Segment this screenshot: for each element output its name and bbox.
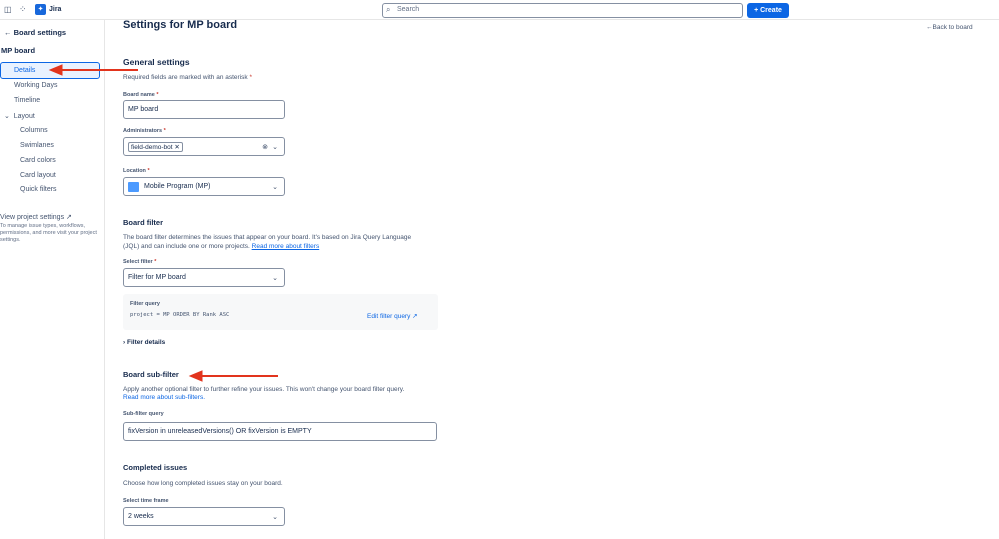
annotation-arrows (48, 64, 278, 382)
annotation-arrow-details (48, 64, 138, 76)
annotation-arrow-sub-filter (188, 370, 278, 382)
